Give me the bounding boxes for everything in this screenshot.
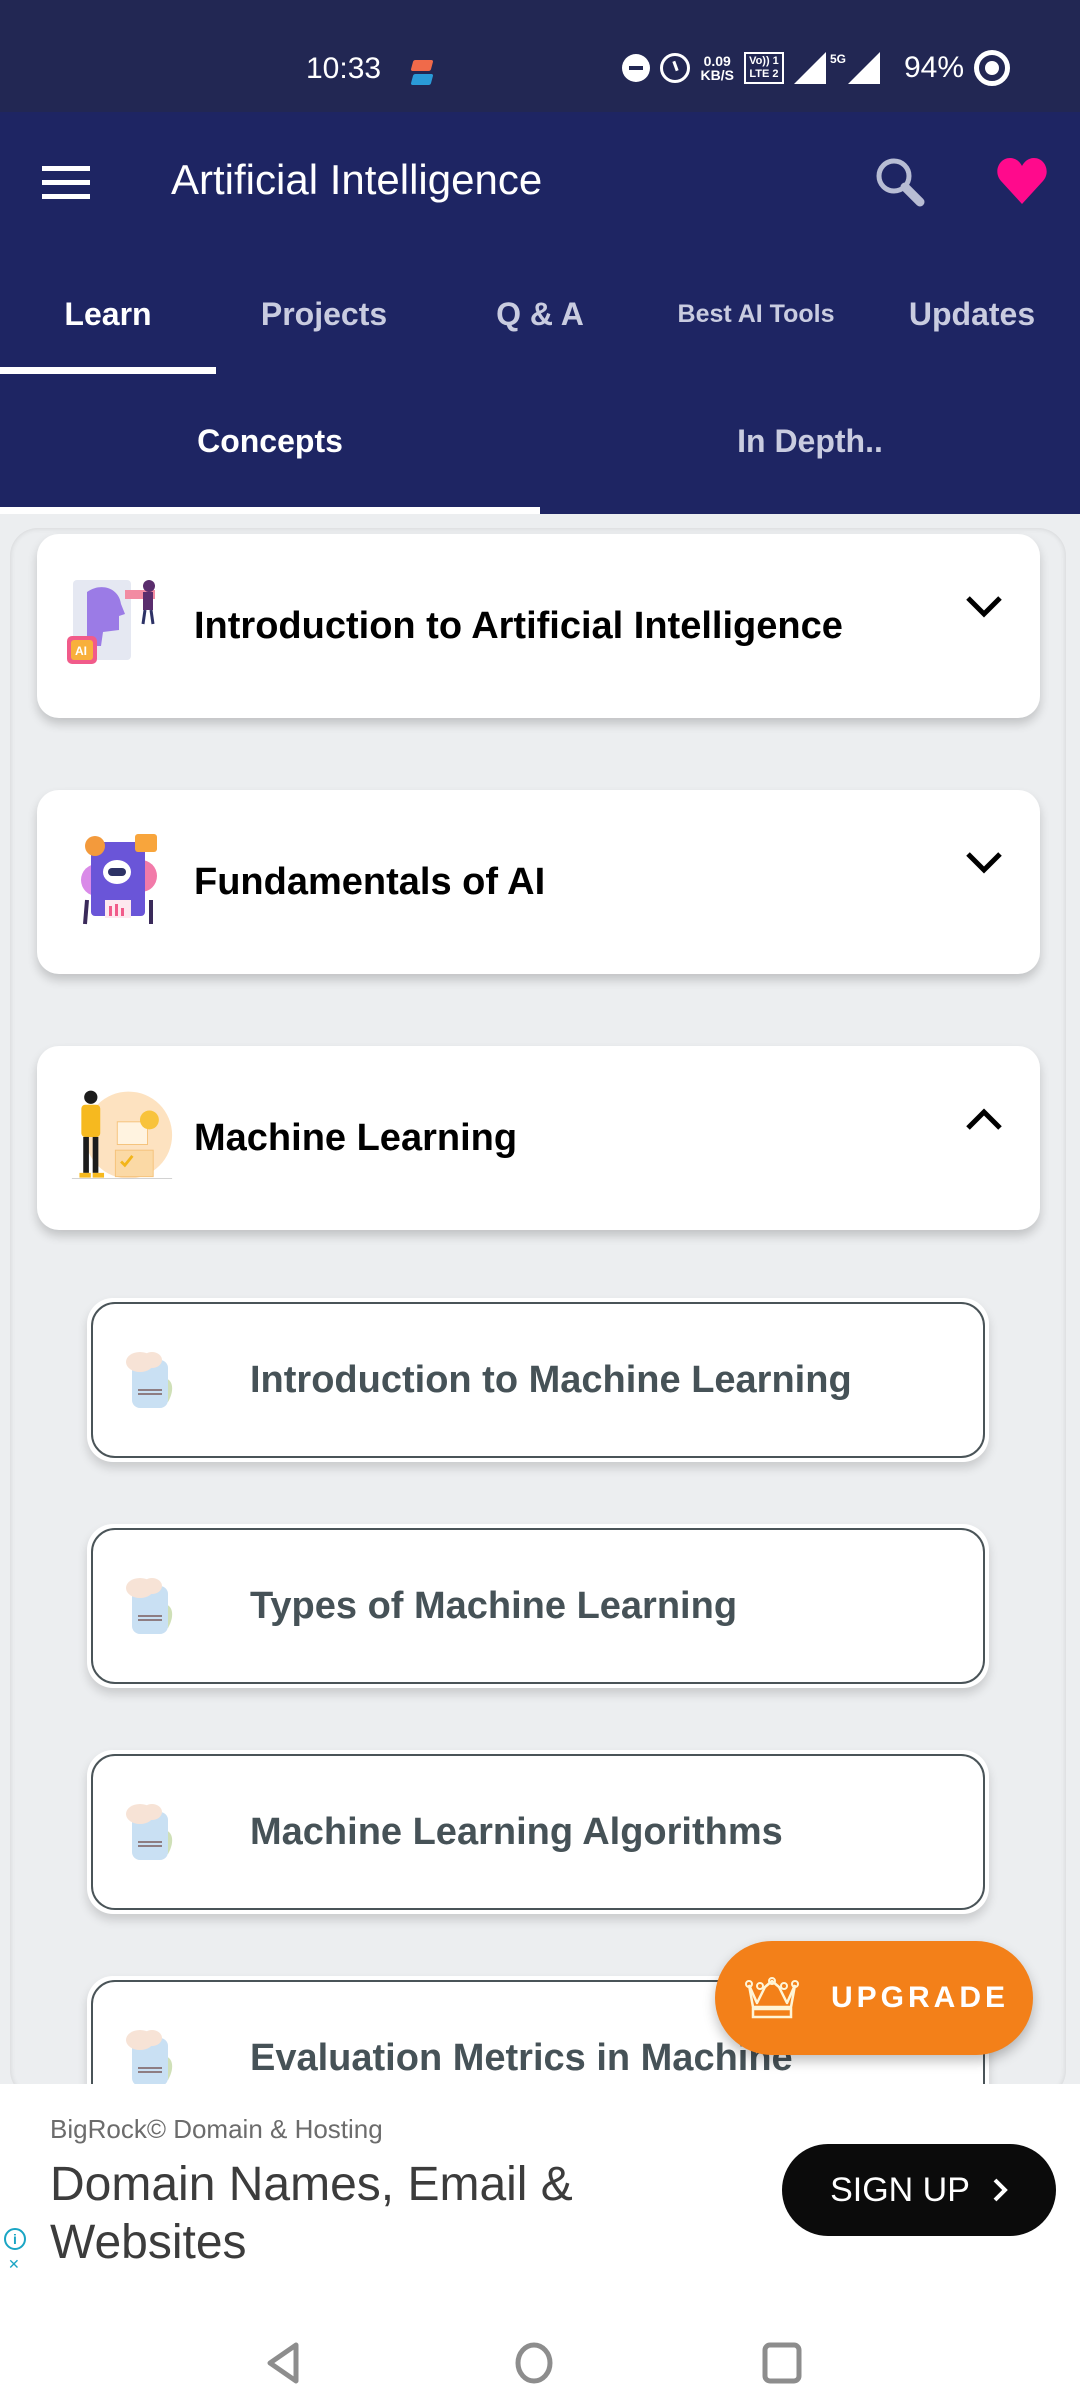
ad-banner[interactable]: BigRock© Domain & Hosting Domain Names, … [0, 2084, 1080, 2280]
recents-icon[interactable] [762, 2342, 802, 2384]
topic-card-machine-learning[interactable]: Machine Learning [37, 1046, 1040, 1230]
do-not-disturb-icon [622, 54, 651, 82]
app-title: Artificial Intelligence [171, 156, 543, 203]
topic-title: Introduction to Artificial Intelligence [194, 604, 843, 647]
network-speed: 0.09 KB/S [700, 54, 733, 82]
svg-text:AI: AI [75, 644, 87, 658]
subtopic-card[interactable]: Types of Machine Learning [87, 1524, 989, 1688]
subtopic-title: Machine Learning Algorithms [250, 1810, 783, 1853]
ai-head-illustration-icon: AI [67, 580, 155, 664]
ad-headline[interactable]: Domain Names, Email & Websites [50, 2156, 650, 2272]
main-tab-bar: Learn Projects Q & A Best AI Tools Updat… [0, 252, 1080, 380]
topic-title: Fundamentals of AI [194, 860, 546, 903]
network-type: 5G [829, 52, 846, 66]
subtopic-title: Types of Machine Learning [250, 1584, 738, 1627]
ad-brand: BigRock© Domain & Hosting [50, 2114, 383, 2144]
app-bar: Artificial Intelligence [0, 112, 1080, 252]
ad-signup-button[interactable]: SIGN UP [782, 2144, 1056, 2236]
tab-projects[interactable]: Projects [216, 252, 432, 380]
ad-info-icon[interactable]: i [4, 2228, 26, 2250]
network-speed-unit: KB/S [700, 67, 734, 83]
alarm-icon [660, 53, 691, 83]
document-icon [126, 2030, 173, 2084]
ml-person-illustration-icon [71, 1090, 173, 1180]
search-icon[interactable] [872, 154, 928, 210]
volte-icon: Vo)) 1 LTE 2 [743, 52, 784, 84]
topic-title: Machine Learning [194, 1116, 518, 1159]
home-icon[interactable] [514, 2342, 554, 2384]
battery-percent: 94% [903, 51, 964, 84]
chevron-down-icon[interactable] [964, 848, 1004, 878]
ad-close-icon[interactable]: ✕ [8, 2256, 20, 2273]
system-nav-bar [0, 2280, 1080, 2400]
robot-illustration-icon [81, 834, 157, 925]
volte-top: Vo)) 1 [749, 55, 779, 67]
status-time: 10:33 [306, 52, 382, 85]
subtopic-card[interactable]: Machine Learning Algorithms [87, 1750, 989, 1914]
menu-icon[interactable] [42, 166, 90, 200]
volte-bottom: LTE 2 [749, 68, 779, 80]
ad-signup-label: SIGN UP [830, 2170, 970, 2209]
chevron-down-icon[interactable] [964, 592, 1004, 622]
document-icon [126, 1352, 173, 1408]
sub-tab-bar: Concepts In Depth.. [0, 380, 1080, 514]
tab-learn[interactable]: Learn [0, 252, 216, 380]
tab-updates[interactable]: Updates [864, 252, 1080, 380]
upgrade-button[interactable]: UPGRADE [715, 1941, 1033, 2055]
status-bar: 10:33 0.09 KB/S Vo)) 1 LTE 2 5G 94% [0, 0, 1080, 112]
subtopic-card[interactable]: Introduction to Machine Learning [87, 1298, 989, 1462]
signal-icon-sim2 [847, 52, 880, 84]
chevron-right-icon [993, 2178, 1008, 2202]
app-notification-icon [410, 60, 434, 86]
heart-icon[interactable] [996, 156, 1048, 206]
document-icon [126, 1578, 173, 1634]
subtopic-title: Introduction to Machine Learning [250, 1358, 852, 1401]
subtab-concepts[interactable]: Concepts [0, 380, 540, 514]
topic-card-intro-ai[interactable]: AI Introduction to Artificial Intelligen… [37, 534, 1040, 718]
upgrade-label: UPGRADE [831, 1981, 1010, 2014]
back-icon[interactable] [266, 2342, 302, 2384]
battery-icon [974, 50, 1010, 86]
chevron-up-icon[interactable] [964, 1104, 1004, 1134]
tab-qa[interactable]: Q & A [432, 252, 648, 380]
topic-card-fundamentals[interactable]: Fundamentals of AI [37, 790, 1040, 974]
subtab-in-depth[interactable]: In Depth.. [540, 380, 1080, 514]
signal-icon-sim1 [793, 52, 826, 84]
document-icon [126, 1804, 173, 1860]
crown-icon [745, 1977, 799, 2019]
subtopic-title: Evaluation Metrics in Machine [250, 2036, 793, 2079]
content-area[interactable]: AI Introduction to Artificial Intelligen… [0, 514, 1080, 2084]
tab-best-ai-tools[interactable]: Best AI Tools [648, 252, 864, 380]
